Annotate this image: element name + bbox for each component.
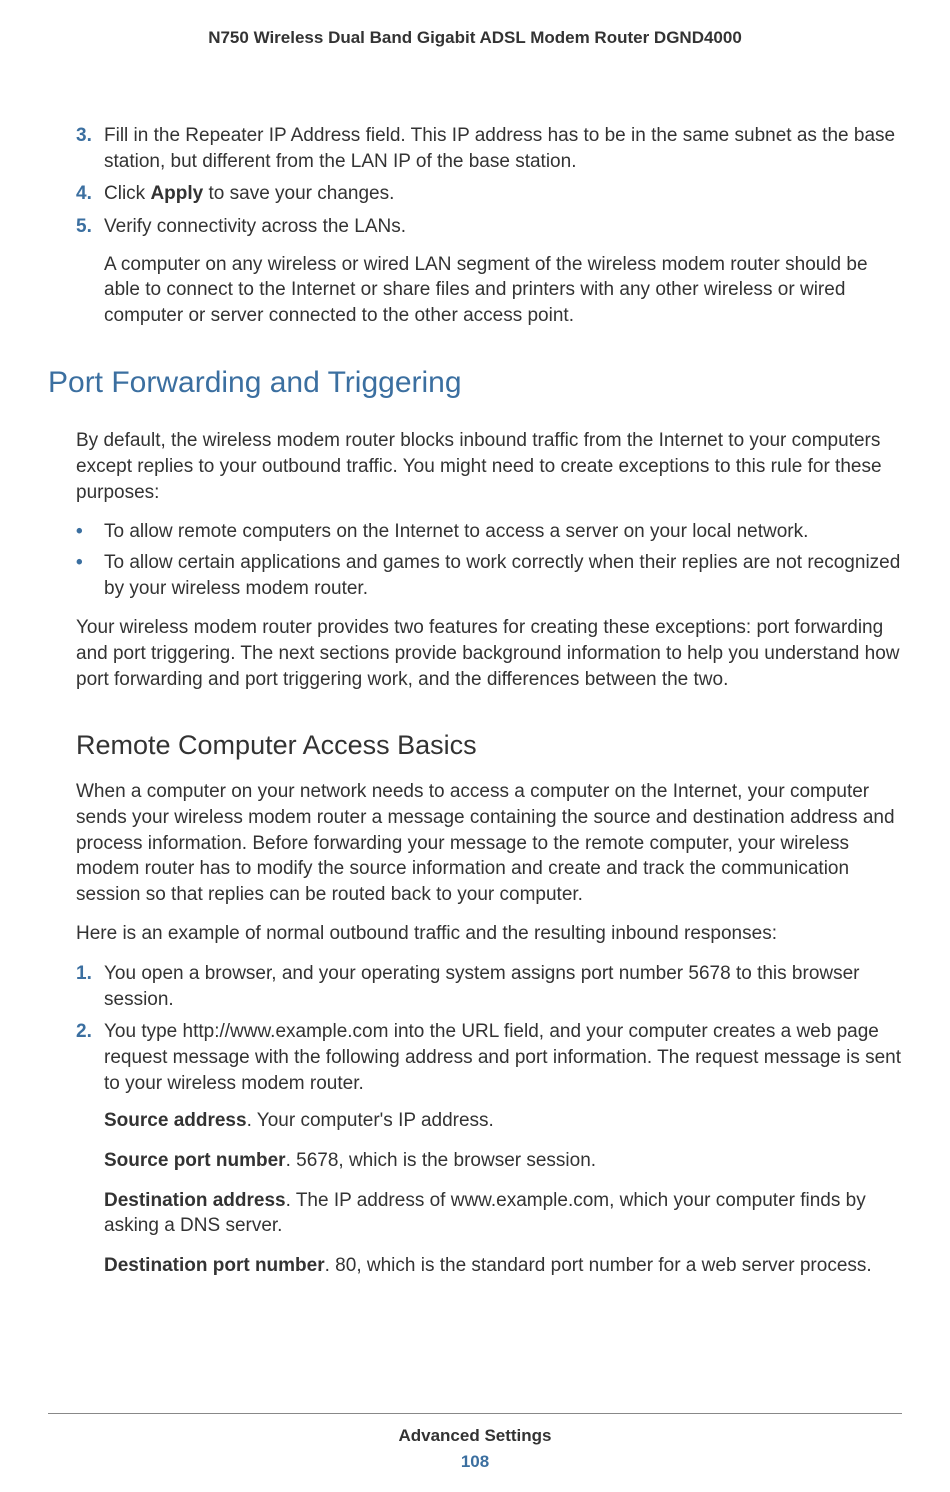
definition-label: Source address: [104, 1110, 247, 1131]
bullet-marker: •: [76, 519, 104, 545]
step-item: 4.Click Apply to save your changes.: [76, 181, 902, 207]
definition-label: Source port number: [104, 1150, 286, 1171]
step-text: Verify connectivity across the LANs.: [104, 214, 902, 240]
top-steps-list: 3.Fill in the Repeater IP Address field.…: [48, 123, 902, 240]
definition-text: . 5678, which is the browser session.: [286, 1150, 597, 1171]
step-item: 3.Fill in the Repeater IP Address field.…: [76, 123, 902, 174]
definition-text: . Your computer's IP address.: [247, 1110, 494, 1131]
step-5-subtext: A computer on any wireless or wired LAN …: [104, 252, 902, 329]
page-footer: Advanced Settings 108: [0, 1413, 950, 1472]
definition-item: Source address. Your computer's IP addre…: [104, 1108, 902, 1134]
step-number: 3.: [76, 123, 104, 174]
example-step-item: 1.You open a browser, and your operating…: [76, 961, 902, 1012]
intro-paragraph-1: By default, the wireless modem router bl…: [76, 428, 902, 505]
footer-section-name: Advanced Settings: [0, 1426, 950, 1446]
definition-label: Destination port number: [104, 1255, 325, 1276]
bullet-text: To allow certain applications and games …: [104, 550, 902, 601]
definition-item: Source port number. 5678, which is the b…: [104, 1148, 902, 1174]
definition-label: Destination address: [104, 1190, 286, 1211]
step-text: Fill in the Repeater IP Address field. T…: [104, 123, 902, 174]
intro-paragraph-2: Your wireless modem router provides two …: [76, 615, 902, 692]
step-number: 4.: [76, 181, 104, 207]
example-step-item: 2.You type http://www.example.com into t…: [76, 1019, 902, 1096]
bullet-item: •To allow remote computers on the Intern…: [76, 519, 902, 545]
bullet-text: To allow remote computers on the Interne…: [104, 519, 902, 545]
purpose-bullet-list: •To allow remote computers on the Intern…: [76, 519, 902, 601]
definition-text: . 80, which is the standard port number …: [325, 1255, 872, 1276]
step-number: 2.: [76, 1019, 104, 1096]
remote-access-paragraph-2: Here is an example of normal outbound tr…: [76, 921, 902, 947]
definition-item: Destination address. The IP address of w…: [104, 1188, 902, 1239]
bullet-item: •To allow certain applications and games…: [76, 550, 902, 601]
bullet-marker: •: [76, 550, 104, 601]
footer-divider: [48, 1413, 902, 1414]
section-heading-port-forwarding: Port Forwarding and Triggering: [48, 366, 902, 400]
step-text: Click Apply to save your changes.: [104, 181, 902, 207]
step-number: 5.: [76, 214, 104, 240]
doc-header-title: N750 Wireless Dual Band Gigabit ADSL Mod…: [48, 28, 902, 48]
step-text: You type http://www.example.com into the…: [104, 1019, 902, 1096]
definition-item: Destination port number. 80, which is th…: [104, 1253, 902, 1279]
remote-access-paragraph-1: When a computer on your network needs to…: [76, 779, 902, 907]
step-text: You open a browser, and your operating s…: [104, 961, 902, 1012]
footer-page-number: 108: [0, 1452, 950, 1472]
step-item: 5.Verify connectivity across the LANs.: [76, 214, 902, 240]
section-heading-remote-access: Remote Computer Access Basics: [76, 730, 902, 761]
step-number: 1.: [76, 961, 104, 1012]
example-steps-list: 1.You open a browser, and your operating…: [48, 961, 902, 1096]
